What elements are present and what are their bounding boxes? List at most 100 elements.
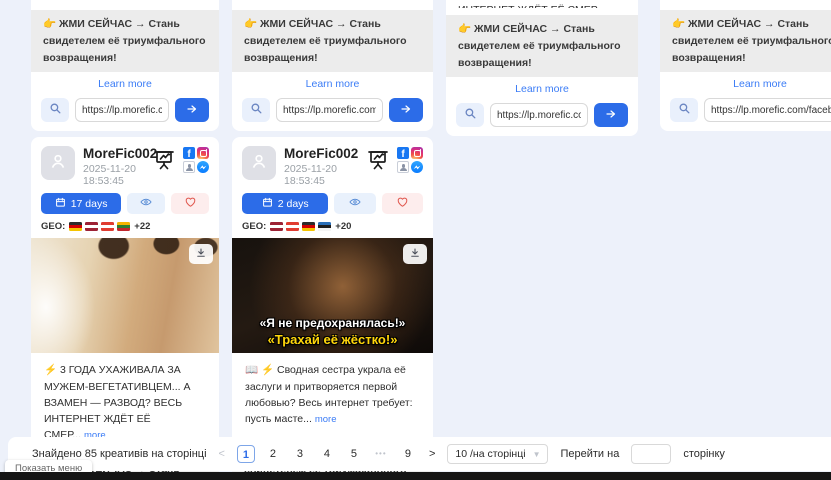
search-button[interactable]: [456, 103, 484, 127]
creative-card-partial: 👉 ЖМИ СЕЙЧАС → Стань свидетелем её триум…: [660, 0, 831, 131]
page-1-button[interactable]: 1: [237, 445, 255, 463]
search-button[interactable]: [670, 98, 698, 122]
facebook-icon: [397, 147, 409, 159]
more-link[interactable]: more: [315, 414, 337, 425]
learn-more-link[interactable]: Learn more: [31, 72, 219, 93]
creative-description: 📖 ⚡ Сводная сестра украла её заслуги и п…: [232, 353, 433, 433]
author-block: MoreFic002 2025-11-20 18:53:45: [83, 146, 152, 187]
open-link-button[interactable]: [175, 98, 209, 122]
goto-page-suffix: сторінку: [683, 448, 725, 460]
page-5-button[interactable]: 5: [345, 445, 363, 463]
url-input[interactable]: [704, 98, 831, 122]
audience-network-icon: [183, 161, 195, 173]
arrow-right-icon: [604, 108, 618, 123]
image-caption-line2: «Трахай её жёстко!»: [236, 332, 429, 349]
url-input[interactable]: [276, 98, 383, 122]
creative-image: [31, 238, 219, 353]
url-input[interactable]: [490, 103, 588, 127]
clipped-description: ИНТЕРНЕТ ЖДЁТ ЕЁ СМЕР ...more: [446, 0, 638, 8]
next-page-button[interactable]: >: [429, 448, 435, 460]
creative-datetime: 2025-11-20 18:53:45: [284, 163, 366, 187]
messenger-icon: [197, 161, 209, 173]
card-header: MoreFic002 2025-11-20 18:53:45: [31, 137, 219, 193]
facebook-icon: [183, 147, 195, 159]
cta-text: 👉 ЖМИ СЕЙЧАС → Стань свидетелем её триум…: [43, 16, 207, 66]
page-3-button[interactable]: 3: [291, 445, 309, 463]
duration-label: 2 days: [278, 198, 309, 210]
goto-page-input[interactable]: [631, 444, 671, 464]
creatives-library-page: 👉 ЖМИ СЕЙЧАС → Стань свидетелем её триум…: [0, 0, 831, 480]
favorite-button[interactable]: [171, 193, 209, 214]
audience-network-icon: [397, 161, 409, 173]
avatar: [242, 146, 276, 180]
card-actions: 2 days: [232, 193, 433, 214]
search-button[interactable]: [41, 98, 69, 122]
download-image-button[interactable]: [189, 244, 213, 264]
cta-block: 👉 ЖМИ СЕЙЧАС → Стань свидетелем её триум…: [31, 10, 219, 72]
url-row: [660, 93, 831, 131]
duration-button[interactable]: 17 days: [41, 193, 121, 214]
eye-icon: [139, 196, 153, 211]
views-button[interactable]: [127, 193, 165, 214]
url-row: [31, 93, 219, 131]
image-caption-line1: «Я не предохранялась!»: [236, 316, 429, 332]
download-icon: [195, 247, 207, 262]
page-2-button[interactable]: 2: [264, 445, 282, 463]
avatar: [41, 146, 75, 180]
favorite-button[interactable]: [382, 193, 423, 214]
open-link-button[interactable]: [389, 98, 423, 122]
results-count-text: Знайдено 85 креативів на сторінці: [32, 448, 207, 460]
geo-label: GEO:: [242, 221, 266, 232]
learn-more-link[interactable]: Learn more: [446, 77, 638, 98]
views-button[interactable]: [334, 193, 375, 214]
prev-page-button[interactable]: <: [219, 448, 225, 460]
masonry-column-1: 👉 ЖМИ СЕЙЧАС → Стань свидетелем её триум…: [31, 0, 219, 480]
flag-at-icon: [101, 222, 114, 231]
messenger-icon: [411, 161, 423, 173]
page-4-button[interactable]: 4: [318, 445, 336, 463]
learn-more-link[interactable]: Learn more: [232, 72, 433, 93]
creative-card: MoreFic002 2025-11-20 18:53:45 2 days: [232, 137, 433, 480]
author-name: MoreFic002: [83, 146, 152, 161]
flag-lv-icon: [85, 222, 98, 231]
placement-icons: [183, 147, 209, 173]
flag-ee-icon: [318, 222, 331, 231]
author-name: MoreFic002: [284, 146, 366, 161]
duration-button[interactable]: 2 days: [242, 193, 328, 214]
page-number-list: 12345 ••• 9: [237, 445, 417, 463]
pagination-ellipsis: •••: [372, 445, 390, 463]
presentation-chart-icon: [152, 148, 176, 177]
masonry-column-4: 👉 ЖМИ СЕЙЧАС → Стань свидетелем её триум…: [660, 0, 831, 131]
format-and-placements: [152, 146, 209, 177]
eye-icon: [348, 196, 362, 211]
url-input[interactable]: [75, 98, 169, 122]
download-image-button[interactable]: [403, 244, 427, 264]
page-9-button[interactable]: 9: [399, 445, 417, 463]
open-link-button[interactable]: [594, 103, 628, 127]
flag-lv-icon: [270, 222, 283, 231]
creative-image: «Я не предохранялась!» «Трахай её жёстко…: [232, 238, 433, 353]
duration-label: 17 days: [71, 198, 108, 210]
creative-description: ⚡ 3 ГОДА УХАЖИВАЛА ЗА МУЖЕМ-ВЕГЕТАТИВЦЕМ…: [31, 353, 219, 449]
search-button[interactable]: [242, 98, 270, 122]
presentation-chart-icon: [366, 148, 390, 177]
cta-text: 👉 ЖМИ СЕЙЧАС → Стань свидетелем её триум…: [672, 16, 831, 66]
heart-icon: [184, 196, 197, 211]
geo-flags: [270, 222, 331, 231]
page-size-select[interactable]: 10 /на сторінці ▼: [447, 444, 548, 464]
learn-more-link[interactable]: Learn more: [660, 72, 831, 93]
flag-de-icon: [69, 222, 82, 231]
pagination-bar: Знайдено 85 креативів на сторінці < 1234…: [8, 437, 831, 471]
geo-row: GEO: +20: [232, 214, 433, 238]
heart-icon: [396, 196, 409, 211]
goto-page-label: Перейти на: [560, 448, 619, 460]
search-icon: [250, 102, 263, 118]
cta-text: 👉 ЖМИ СЕЙЧАС → Стань свидетелем её триум…: [458, 21, 626, 71]
arrow-right-icon: [185, 103, 199, 118]
flag-lt-icon: [117, 222, 130, 231]
creative-card-partial: ИНТЕРНЕТ ЖДЁТ ЕЁ СМЕР ...more 👉 ЖМИ СЕЙЧ…: [446, 0, 638, 136]
calendar-icon: [55, 197, 66, 211]
cta-block: 👉 ЖМИ СЕЙЧАС → Стань свидетелем её триум…: [232, 10, 433, 72]
search-icon: [678, 102, 691, 118]
creative-card: MoreFic002 2025-11-20 18:53:45 17 days: [31, 137, 219, 480]
